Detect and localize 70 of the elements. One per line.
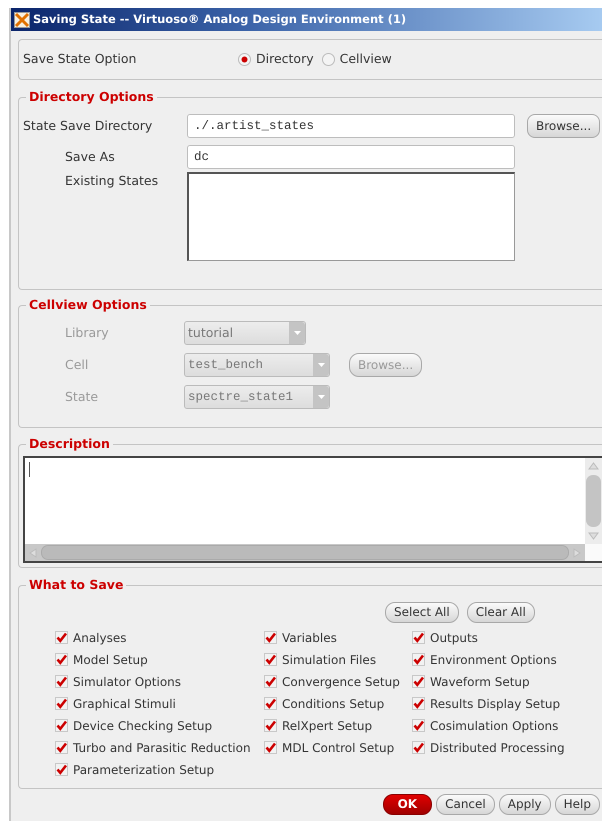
checkbox-icon[interactable] <box>55 697 68 710</box>
checkbox-option[interactable]: MDL Control Setup <box>264 739 412 756</box>
checkbox-icon[interactable] <box>412 653 425 666</box>
field-label: Library <box>64 324 110 342</box>
section-title: Directory Options <box>26 89 157 105</box>
window-title: Saving State -- Virtuoso® Analog Design Environment (1) <box>33 10 406 28</box>
radio-option[interactable]: Cellview <box>322 50 392 69</box>
dialog-button[interactable]: OK <box>382 794 432 815</box>
text-cursor <box>29 462 30 477</box>
checkbox-icon[interactable] <box>412 697 425 710</box>
section-title: Cellview Options <box>26 297 150 313</box>
checkbox-option[interactable]: Waveform Setup <box>412 673 602 690</box>
checkbox-option[interactable]: Distributed Processing <box>412 739 602 756</box>
checkbox-icon[interactable] <box>264 697 277 710</box>
clear-all-button[interactable]: Clear All <box>466 602 535 623</box>
checkbox-icon[interactable] <box>55 741 68 754</box>
field-label: State <box>64 388 100 406</box>
save-as-field[interactable]: dc <box>187 145 515 169</box>
radio-icon[interactable] <box>322 53 335 66</box>
radio-icon[interactable] <box>238 53 251 66</box>
checkbox-icon[interactable] <box>412 675 425 688</box>
checkbox-icon[interactable] <box>264 741 277 754</box>
checkbox-option[interactable]: Cosimulation Options <box>412 717 602 734</box>
checkbox-option[interactable]: Simulator Options <box>55 673 264 690</box>
checkbox-icon[interactable] <box>264 675 277 688</box>
checkbox-icon[interactable] <box>55 675 68 688</box>
checkbox-icon[interactable] <box>412 719 425 732</box>
section-title: Description <box>26 436 113 452</box>
scrollbar-corner <box>585 544 602 561</box>
checkbox-option[interactable]: Simulation Files <box>264 651 412 668</box>
checkbox-icon[interactable] <box>55 763 68 776</box>
dialog-button[interactable]: Cancel <box>436 794 495 815</box>
checkbox-option[interactable]: Results Display Setup <box>412 695 602 712</box>
checkbox-icon[interactable] <box>264 653 277 666</box>
checkbox-icon[interactable] <box>412 631 425 644</box>
field-label: Cell <box>64 356 90 374</box>
app-logo-icon <box>14 12 30 28</box>
checkbox-option[interactable]: Model Setup <box>55 651 264 668</box>
browse-button[interactable]: Browse... <box>527 114 600 138</box>
checkbox-option[interactable]: Variables <box>264 629 412 646</box>
existing-states-list[interactable] <box>187 172 515 261</box>
checkbox-option[interactable]: Environment Options <box>412 651 602 668</box>
select-all-button[interactable]: Select All <box>385 602 459 623</box>
checkbox-icon[interactable] <box>55 653 68 666</box>
vertical-scrollbar[interactable] <box>585 458 602 544</box>
caret-icon <box>318 395 324 399</box>
checkbox-option[interactable]: Outputs <box>412 629 602 646</box>
checkbox-option[interactable]: Analyses <box>55 629 264 646</box>
caret-icon <box>318 363 324 367</box>
checkbox-option[interactable]: RelXpert Setup <box>264 717 412 734</box>
dialog-button[interactable]: Help <box>554 794 600 815</box>
checkbox-option[interactable]: Parameterization Setup <box>55 761 264 778</box>
radio-option[interactable]: Directory <box>238 50 314 69</box>
checkbox-icon[interactable] <box>412 741 425 754</box>
field-label: Save As <box>64 148 116 166</box>
directory-field[interactable]: ./.artist_states <box>187 114 515 138</box>
checkbox-option[interactable]: Convergence Setup <box>264 673 412 690</box>
checkbox-icon[interactable] <box>55 719 68 732</box>
dialog-button[interactable]: Apply <box>498 794 551 815</box>
checkbox-icon[interactable] <box>264 719 277 732</box>
checkbox-option[interactable]: Graphical Stimuli <box>55 695 264 712</box>
field-label: Existing States <box>64 172 160 190</box>
checkbox-option[interactable]: Device Checking Setup <box>55 717 264 734</box>
field-label: State Save Directory <box>23 116 154 135</box>
caret-icon <box>294 331 300 335</box>
checkbox-icon[interactable] <box>264 631 277 644</box>
checkbox-icon[interactable] <box>55 631 68 644</box>
checkbox-option[interactable]: Turbo and Parasitic Reduction <box>55 739 264 756</box>
option-label: Save State Option <box>23 50 138 68</box>
checkbox-option[interactable]: Conditions Setup <box>264 695 412 712</box>
